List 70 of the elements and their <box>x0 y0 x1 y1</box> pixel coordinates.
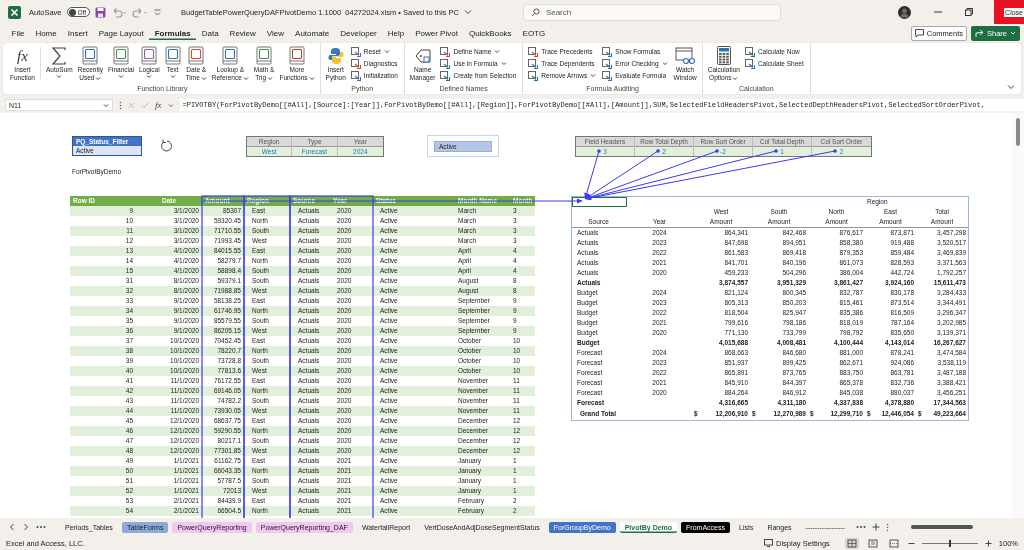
small-grid-icon <box>528 46 539 57</box>
calculator-icon <box>716 46 731 65</box>
menu-tab[interactable]: Data <box>196 26 225 40</box>
small-grid-icon <box>602 58 613 69</box>
small-grid-icon <box>528 58 539 69</box>
search-field[interactable]: Search <box>522 3 781 21</box>
menu-tab[interactable]: Automate <box>289 26 335 40</box>
refresh-icon[interactable] <box>160 139 174 153</box>
menu-tab[interactable]: Insert <box>62 26 94 40</box>
restore-icon[interactable] <box>965 8 973 16</box>
sigma-icon <box>51 46 68 65</box>
small-grid-icon <box>440 58 451 69</box>
menu-tab[interactable]: Power Pivot <box>409 26 464 40</box>
small-grid-icon <box>744 46 755 57</box>
menu-tab[interactable]: File <box>6 26 30 40</box>
save-icon[interactable] <box>95 6 107 18</box>
small-grid-icon <box>602 46 613 57</box>
name-tag-icon <box>413 46 432 65</box>
view-mode-icon[interactable] <box>844 537 859 549</box>
collapse-ribbon-icon[interactable] <box>1007 84 1015 90</box>
chevron-down-icon <box>167 102 174 108</box>
more-sheets-icon[interactable] <box>856 525 867 529</box>
insert-function-button[interactable]: fx <box>155 100 162 110</box>
book-icon <box>141 46 158 65</box>
menu-tab[interactable]: QuickBooks <box>463 26 518 40</box>
chevron-down-icon <box>1010 30 1016 36</box>
next-sheet-icon[interactable] <box>22 523 30 531</box>
menu-tab[interactable]: Developer <box>334 26 383 40</box>
vertical-scrollbar[interactable] <box>1012 113 1024 518</box>
small-grid-icon <box>602 70 613 81</box>
undo-icon[interactable] <box>111 6 128 18</box>
small-grid-icon <box>350 58 361 69</box>
small-grid-icon <box>744 58 755 69</box>
menu-tab[interactable]: Home <box>29 26 63 40</box>
small-grid-icon <box>350 46 361 57</box>
book-icon <box>222 46 239 65</box>
python-logo-icon <box>326 46 345 65</box>
book-icon <box>113 46 129 65</box>
share-icon <box>975 28 984 38</box>
chevron-down-icon[interactable] <box>463 8 472 16</box>
book-icon <box>164 46 181 65</box>
menu-tab[interactable]: Formulas <box>149 26 197 40</box>
small-grid-icon <box>440 70 451 81</box>
monitor-icon <box>764 539 774 547</box>
minimize-icon[interactable] <box>934 8 942 16</box>
menu-tab[interactable]: Help <box>382 26 410 40</box>
search-icon <box>530 7 540 17</box>
add-sheet-icon[interactable] <box>872 523 881 531</box>
small-grid-icon <box>440 46 451 57</box>
more-sheets-icon[interactable] <box>36 525 46 529</box>
comment-icon <box>914 28 924 38</box>
menu-tab[interactable]: View <box>261 26 290 40</box>
view-mode-icon[interactable] <box>886 537 901 549</box>
previous-sheet-icon[interactable] <box>8 523 16 531</box>
redo-icon[interactable] <box>132 6 149 18</box>
menu-tab[interactable]: Page Layout <box>93 26 150 40</box>
menu-tab[interactable]: Review <box>224 26 262 40</box>
book-icon <box>256 46 273 65</box>
watch-window-icon <box>675 46 696 65</box>
spreadsheet-app-icon <box>8 5 21 19</box>
view-mode-icon[interactable] <box>865 537 880 549</box>
book-icon <box>289 46 305 65</box>
book-icon <box>82 46 99 65</box>
book-icon <box>188 46 205 65</box>
zoom-in-icon[interactable] <box>984 539 992 547</box>
menu-tab[interactable]: EOTG <box>517 26 551 40</box>
avatar-icon[interactable] <box>898 5 911 19</box>
small-grid-icon <box>528 70 539 81</box>
chevron-down-icon <box>103 102 109 108</box>
small-grid-icon <box>350 70 361 81</box>
